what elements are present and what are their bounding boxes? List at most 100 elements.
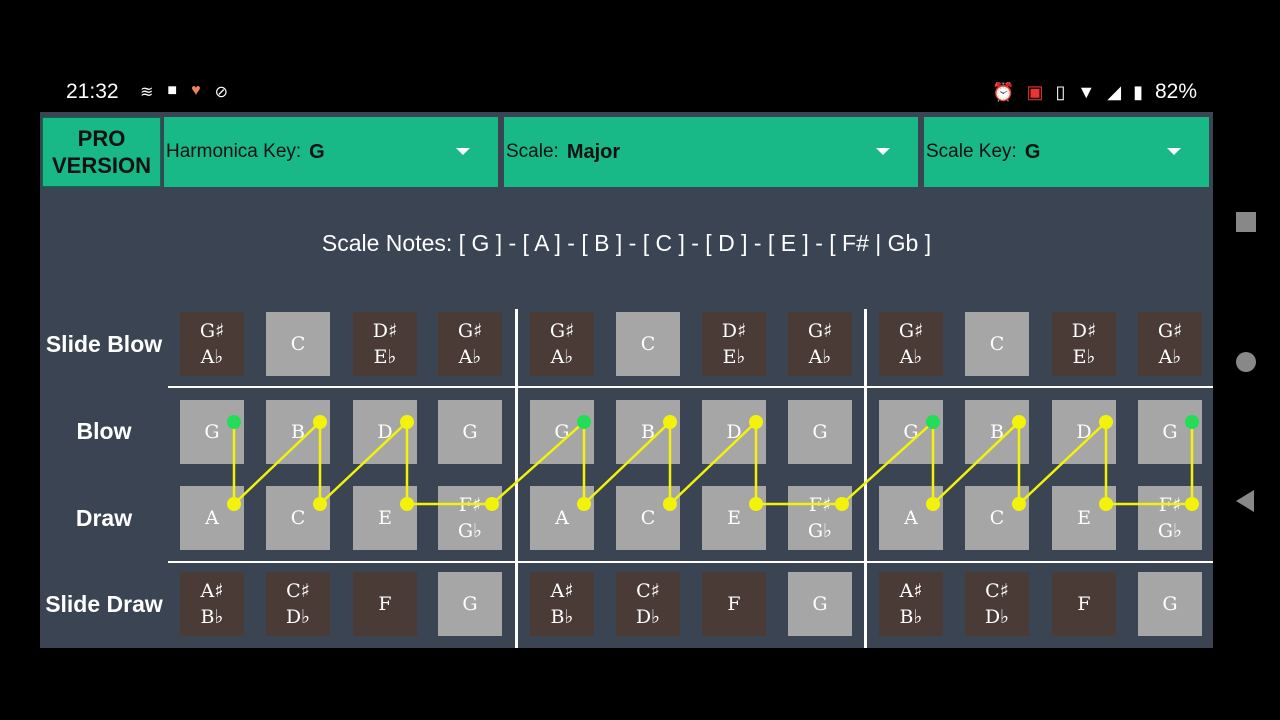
pro-line2: VERSION	[51, 153, 152, 178]
note-label: B	[291, 421, 305, 443]
note-label: B♭	[899, 606, 923, 628]
hole-slide-draw-6[interactable]: C♯ D♭	[616, 572, 680, 636]
hole-draw-1[interactable]: A	[180, 486, 244, 550]
hole-draw-7[interactable]: E	[702, 486, 766, 550]
row-label-draw: Draw	[75, 505, 133, 531]
note-label: B	[990, 421, 1004, 443]
hole-blow-11[interactable]: D	[1052, 400, 1116, 464]
note-label: G	[462, 593, 478, 615]
hole-blow-12[interactable]: G	[1138, 400, 1202, 464]
note-label: G♯	[199, 320, 225, 342]
note-label: D♭	[635, 606, 661, 628]
note-label: G♯	[898, 320, 924, 342]
note-label: G♯	[549, 320, 575, 342]
hole-slide-draw-4[interactable]: G	[438, 572, 502, 636]
wifi-icon: ▼	[1077, 81, 1096, 102]
status-bar: 21:32 ≋ ■ ♥ ⊘ ⏰ ▣ ▯ ▼ ◢ ▮ 82%	[40, 72, 1213, 112]
note-label: C♯	[286, 580, 310, 602]
hole-draw-12[interactable]: F♯ G♭	[1138, 486, 1202, 550]
hole-slide-draw-9[interactable]: A♯ B♭	[879, 572, 943, 636]
nav-bar	[1220, 200, 1274, 520]
hole-draw-4[interactable]: F♯ G♭	[438, 486, 502, 550]
hole-slide-blow-4[interactable]: G♯ A♭	[438, 312, 502, 376]
note-label: G♭	[807, 520, 833, 542]
notifications-off-icon: ⊘	[214, 84, 228, 101]
note-label: B	[641, 421, 655, 443]
note-label: G♭	[457, 520, 483, 542]
hole-draw-3[interactable]: E	[353, 486, 417, 550]
hole-slide-draw-1[interactable]: A♯ B♭	[180, 572, 244, 636]
pro-version-button[interactable]: PRO VERSION	[42, 117, 161, 187]
hole-slide-draw-5[interactable]: A♯ B♭	[530, 572, 594, 636]
hole-slide-draw-10[interactable]: C♯ D♭	[965, 572, 1029, 636]
hole-blow-7[interactable]: D	[702, 400, 766, 464]
note-label: A	[205, 507, 219, 529]
hole-slide-draw-8[interactable]: G	[788, 572, 852, 636]
back-icon[interactable]	[1236, 490, 1254, 512]
hole-slide-draw-12[interactable]: G	[1138, 572, 1202, 636]
hole-blow-3[interactable]: D	[353, 400, 417, 464]
hole-draw-11[interactable]: E	[1052, 486, 1116, 550]
hole-slide-blow-10[interactable]: C	[965, 312, 1029, 376]
harmonica-key-dropdown[interactable]: Harmonica Key: G	[164, 117, 498, 187]
hole-slide-draw-7[interactable]: F	[702, 572, 766, 636]
hole-draw-10[interactable]: C	[965, 486, 1029, 550]
note-label: A♭	[200, 346, 224, 368]
recents-icon[interactable]	[1236, 212, 1256, 232]
note-label: G	[812, 421, 828, 443]
heart-icon: ♥	[191, 82, 201, 99]
hole-slide-blow-2[interactable]: C	[266, 312, 330, 376]
note-label: F	[378, 593, 392, 615]
note-label: F♯	[1158, 494, 1182, 516]
note-label: G	[204, 421, 220, 443]
harmonica-key-label: Harmonica Key:	[166, 141, 302, 162]
status-right-icons: ⏰ ▣ ▯ ▼ ◢ ▮ 82%	[992, 80, 1197, 104]
note-label: D♭	[285, 606, 311, 628]
hole-slide-blow-6[interactable]: C	[616, 312, 680, 376]
hole-blow-1[interactable]: G	[180, 400, 244, 464]
divider-top	[168, 386, 1213, 388]
4g-signal-icon: ◢	[1107, 81, 1122, 102]
hole-blow-5[interactable]: G	[530, 400, 594, 464]
note-label: B♭	[200, 606, 224, 628]
hole-draw-6[interactable]: C	[616, 486, 680, 550]
row-label-blow: Blow	[76, 418, 132, 444]
scale-key-dropdown[interactable]: Scale Key: G	[924, 117, 1209, 187]
hole-slide-blow-8[interactable]: G♯ A♭	[788, 312, 852, 376]
hole-slide-blow-7[interactable]: D♯ E♭	[702, 312, 766, 376]
note-label: G	[812, 593, 828, 615]
hole-slide-draw-2[interactable]: C♯ D♭	[266, 572, 330, 636]
hole-draw-8[interactable]: F♯ G♭	[788, 486, 852, 550]
hole-blow-4[interactable]: G	[438, 400, 502, 464]
hole-blow-9[interactable]: G	[879, 400, 943, 464]
hole-blow-10[interactable]: B	[965, 400, 1029, 464]
hole-slide-draw-11[interactable]: F	[1052, 572, 1116, 636]
note-label: E♭	[1072, 346, 1096, 368]
hole-blow-8[interactable]: G	[788, 400, 852, 464]
hole-blow-2[interactable]: B	[266, 400, 330, 464]
note-label: F	[727, 593, 741, 615]
status-left-icons: ≋ ■ ♥ ⊘	[140, 82, 228, 102]
scale-value: Major	[566, 140, 621, 163]
hole-slide-blow-12[interactable]: G♯ A♭	[1138, 312, 1202, 376]
hole-slide-blow-11[interactable]: D♯ E♭	[1052, 312, 1116, 376]
vibrate-icon: ▯	[1055, 81, 1066, 102]
hole-slide-draw-3[interactable]: F	[353, 572, 417, 636]
hole-slide-blow-5[interactable]: G♯ A♭	[530, 312, 594, 376]
note-label: A♭	[808, 346, 832, 368]
hole-slide-blow-9[interactable]: G♯ A♭	[879, 312, 943, 376]
note-label: F	[1077, 593, 1091, 615]
note-label: F♯	[808, 494, 832, 516]
hole-slide-blow-3[interactable]: D♯ E♭	[353, 312, 417, 376]
note-label: D♯	[372, 320, 398, 342]
hole-draw-9[interactable]: A	[879, 486, 943, 550]
hole-slide-blow-1[interactable]: G♯ A♭	[180, 312, 244, 376]
hole-blow-6[interactable]: B	[616, 400, 680, 464]
hole-draw-2[interactable]: C	[266, 486, 330, 550]
scale-dropdown[interactable]: Scale: Major	[504, 117, 918, 187]
home-icon[interactable]	[1236, 352, 1256, 372]
hole-draw-5[interactable]: A	[530, 486, 594, 550]
note-label: G♯	[807, 320, 833, 342]
note-label: E	[378, 507, 392, 529]
note-label: G	[903, 421, 919, 443]
